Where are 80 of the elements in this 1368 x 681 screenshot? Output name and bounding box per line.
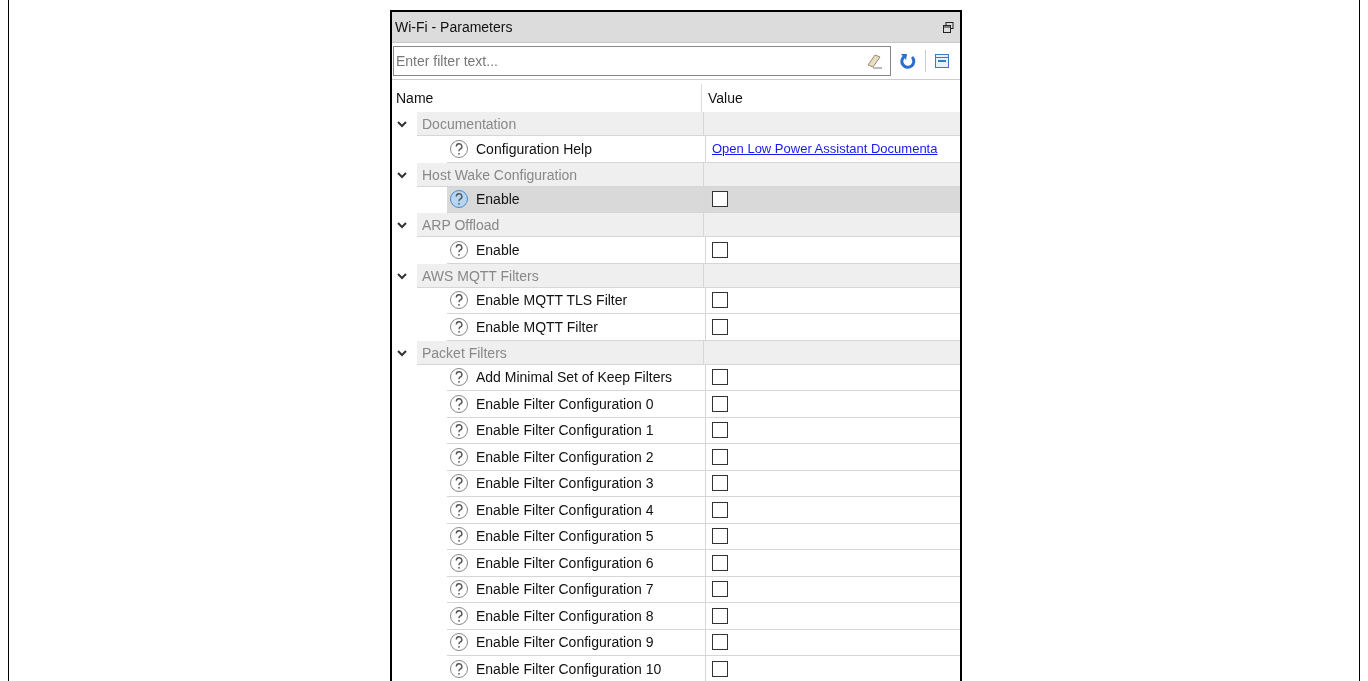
help-icon[interactable] (449, 189, 469, 210)
documentation-link[interactable]: Open Low Power Assistant Documenta (712, 141, 938, 157)
help-icon[interactable] (449, 473, 469, 494)
parameter-label: Configuration Help (476, 140, 592, 157)
parameter-row[interactable]: Enable Filter Configuration 7 (447, 576, 960, 603)
column-header[interactable]: Name (392, 90, 701, 106)
checkbox[interactable] (712, 369, 728, 386)
chevron-down-icon[interactable] (397, 348, 407, 357)
checkbox[interactable] (712, 581, 728, 598)
parameter-label: Enable (476, 241, 520, 258)
parameter-label: Enable Filter Configuration 9 (476, 634, 654, 651)
checkbox[interactable] (712, 501, 728, 518)
checkbox[interactable] (712, 292, 728, 309)
parameter-row[interactable]: Enable MQTT TLS Filter (447, 287, 960, 314)
chevron-down-icon[interactable] (397, 221, 407, 229)
help-icon[interactable] (449, 632, 469, 653)
checkbox[interactable] (712, 448, 728, 465)
parameter-row[interactable]: Enable Filter Configuration 8 (447, 603, 960, 630)
help-icon[interactable] (449, 420, 469, 441)
parameter-label: Enable Filter Configuration 10 (476, 660, 662, 677)
help-icon[interactable] (449, 393, 469, 414)
parameter-row[interactable]: Enable Filter Configuration 9 (447, 629, 960, 656)
parameter-label: Enable Filter Configuration 8 (476, 607, 654, 624)
checkbox[interactable] (712, 475, 728, 492)
filter-field[interactable]: Enter filter text... (393, 46, 891, 76)
parameter-row[interactable]: Enable Filter Configuration 5 (447, 523, 960, 550)
parameter-row[interactable]: Enable Filter Configuration 6 (447, 550, 960, 577)
checkbox[interactable] (712, 422, 728, 439)
parameter-label: Add Minimal Set of Keep Filters (476, 369, 673, 386)
collapse-all-icon[interactable] (934, 53, 950, 69)
help-icon[interactable] (449, 658, 469, 679)
parameter-label: Enable Filter Configuration 7 (476, 581, 654, 598)
refresh-icon[interactable] (899, 52, 917, 70)
parameter-row[interactable]: Enable Filter Configuration 2 (447, 444, 960, 471)
checkbox[interactable] (712, 554, 728, 571)
chevron-down-icon[interactable] (397, 170, 407, 179)
parameter-row[interactable]: Enable Filter Configuration 4 (447, 497, 960, 524)
eraser-icon[interactable] (865, 53, 883, 69)
parameter-label: Enable Filter Configuration 6 (476, 554, 654, 571)
help-icon[interactable] (449, 239, 469, 260)
parameter-row[interactable]: Enable Filter Configuration 3 (447, 470, 960, 497)
help-icon[interactable] (449, 552, 469, 573)
help-icon[interactable] (449, 526, 469, 547)
parameter-label: Enable Filter Configuration 2 (476, 448, 654, 465)
parameter-label: Enable Filter Configuration 1 (476, 422, 654, 439)
parameter-row[interactable]: Configuration Help Open Low Power Assistant Documenta (447, 136, 960, 163)
parameter-row[interactable]: Enable (447, 237, 960, 264)
parameter-label: Enable MQTT Filter (476, 318, 598, 335)
parameter-label: Enable Filter Configuration 3 (476, 475, 654, 492)
help-icon[interactable] (449, 446, 469, 467)
help-icon[interactable] (449, 290, 469, 311)
help-icon[interactable] (449, 138, 469, 159)
checkbox[interactable] (712, 607, 728, 624)
parameter-row[interactable]: Enable Filter Configuration 0 (447, 391, 960, 418)
parameter-row[interactable]: Enable Filter Configuration 10 (447, 656, 960, 681)
checkbox[interactable] (712, 191, 728, 208)
parameter-label: Enable Filter Configuration 5 (476, 528, 654, 545)
window-title: Wi-Fi - Parameters (395, 19, 513, 35)
chevron-down-icon[interactable] (397, 120, 407, 128)
parameter-label: Enable MQTT TLS Filter (476, 292, 628, 309)
help-icon[interactable] (449, 316, 469, 337)
parameter-row[interactable]: Enable (447, 186, 960, 213)
parameter-row[interactable]: Add Minimal Set of Keep Filters (447, 364, 960, 391)
parameter-row[interactable]: Enable MQTT Filter (447, 314, 960, 341)
checkbox[interactable] (712, 318, 728, 335)
help-icon[interactable] (449, 605, 469, 626)
help-icon[interactable] (449, 367, 469, 388)
parameter-label: Enable Filter Configuration 4 (476, 501, 654, 518)
restore-icon[interactable] (943, 21, 954, 33)
parameter-row[interactable]: Enable Filter Configuration 1 (447, 417, 960, 444)
checkbox[interactable] (712, 528, 728, 545)
chevron-down-icon[interactable] (397, 271, 407, 280)
parameter-label: Enable (476, 191, 520, 208)
parameter-label: Enable Filter Configuration 0 (476, 395, 654, 412)
checkbox[interactable] (712, 241, 728, 258)
checkbox[interactable] (712, 634, 728, 651)
help-icon[interactable] (449, 499, 469, 520)
checkbox[interactable] (712, 395, 728, 412)
checkbox[interactable] (712, 660, 728, 677)
help-icon[interactable] (449, 579, 469, 600)
